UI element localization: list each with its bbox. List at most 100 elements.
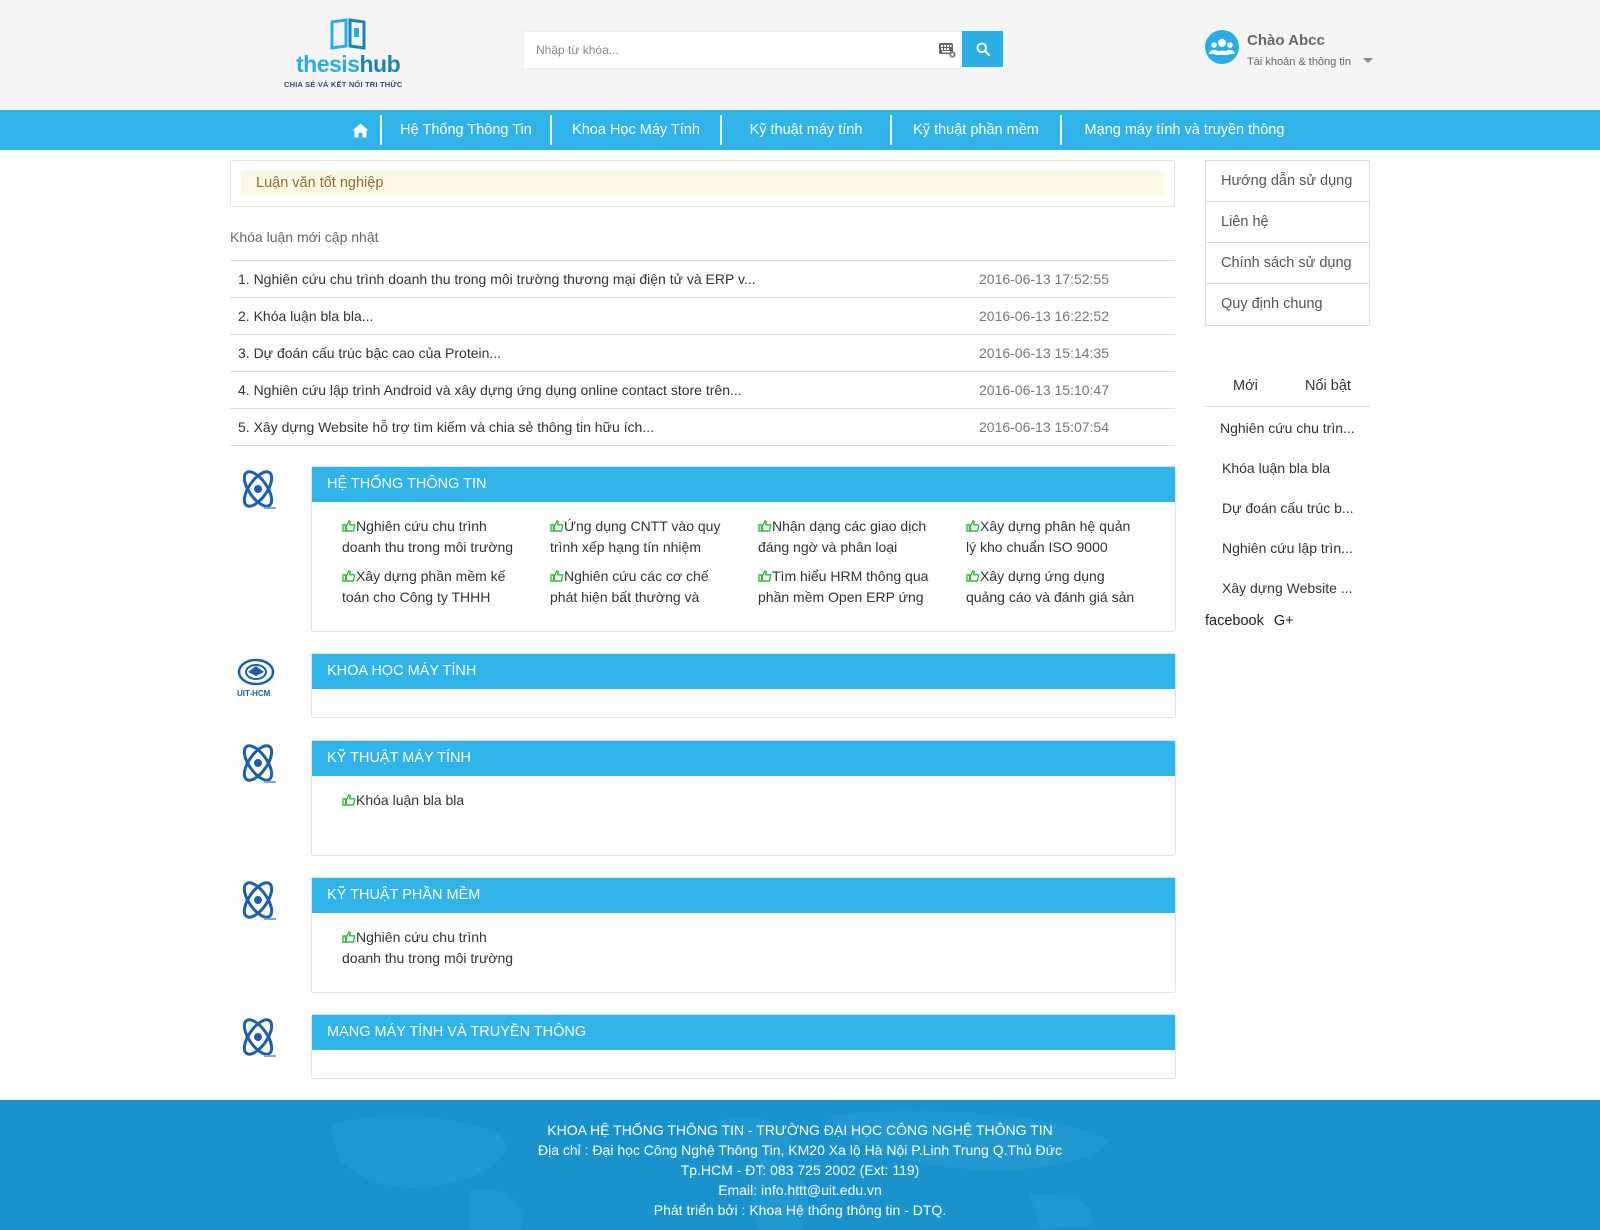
home-icon xyxy=(352,123,368,137)
search-box xyxy=(523,31,961,69)
list-item: 5. Xây dựng Website hỗ trợ tìm kiếm và c… xyxy=(230,409,1175,446)
social-links: facebook G+ xyxy=(1205,613,1300,629)
nav-item-khoa-hoc-may-tinh[interactable]: Khoa Học Máy Tính xyxy=(552,110,720,150)
category-panel-ktmt: KỸ THUẬT MÁY TÍNH Khóa luận bla bla xyxy=(311,740,1176,856)
category-panel-httt: HỆ THỐNG THÔNG TIN Nghiên cứu chu trình d… xyxy=(311,466,1176,632)
recent-item-title[interactable]: 4. Nghiên cứu lập trình Android và xây d… xyxy=(238,382,742,398)
sidebar-link[interactable]: Nghiên cứu chu trìn... xyxy=(1205,408,1370,448)
sidebar-item-chinh-sach[interactable]: Chính sách sử dụng xyxy=(1206,243,1369,284)
footer-line-phone: Tp.HCM - ĐT: 083 725 2002 (Ext: 119) xyxy=(680,1162,920,1178)
sidebar-tabs: Mới Nổi bật xyxy=(1205,370,1370,407)
category-title[interactable]: KỸ THUẬT PHẦN MỀM xyxy=(312,878,1175,913)
sidebar-link[interactable]: Khóa luận bla bla xyxy=(1205,448,1370,488)
logo-wordmark: thesishub xyxy=(296,51,401,77)
category-item[interactable]: Khóa luận bla bla xyxy=(342,790,527,811)
main-nav: Hệ Thống Thông Tin Khoa Học Máy Tính Kỹ … xyxy=(0,110,1600,150)
department-logo-icon xyxy=(242,744,276,783)
sidebar-link[interactable]: Nghiên cứu lập trìn... xyxy=(1205,528,1370,568)
footer-line-email[interactable]: Email: info.httt@uit.edu.vn xyxy=(0,1180,1600,1200)
nav-home[interactable] xyxy=(340,110,380,150)
category-item[interactable]: Ứng dụng CNTT vào quy trình xếp hạng tín … xyxy=(550,516,735,558)
recent-item-title[interactable]: 2. Khóa luận bla bla... xyxy=(238,308,373,324)
category-panel-mmt: MẠNG MÁY TÍNH VÀ TRUYỀN THÔNG xyxy=(311,1014,1176,1079)
site-logo[interactable]: thesishub CHIA SẺ VÀ KẾT NỐI TRI THỨC xyxy=(284,18,414,94)
recent-item-title[interactable]: 1. Nghiên cứu chu trình doanh thu trong … xyxy=(238,271,756,287)
category-item[interactable]: Xây dựng phần mềm kế toán cho Công ty THH… xyxy=(342,566,527,608)
account-menu-label[interactable]: Tài khoản & thông tin xyxy=(1247,56,1351,68)
caret-down-icon[interactable] xyxy=(1363,58,1373,63)
category-item[interactable]: Xây dựng ứng dụng quảng cáo và đánh giá s… xyxy=(966,566,1151,608)
thumbs-up-icon xyxy=(342,931,356,943)
category-title[interactable]: KỸ THUẬT MÁY TÍNH xyxy=(312,741,1175,776)
list-item: 2. Khóa luận bla bla... 2016-06-13 16:22… xyxy=(230,298,1175,335)
list-item: 1. Nghiên cứu chu trình doanh thu trong … xyxy=(230,261,1175,298)
tab-noi-bat[interactable]: Nổi bật xyxy=(1305,378,1351,394)
department-logo-icon xyxy=(242,1018,276,1057)
recent-item-date: 2016-06-13 15:14:35 xyxy=(979,345,1109,361)
nav-item-ky-thuat-may-tinh[interactable]: Kỹ thuật máy tính xyxy=(722,110,890,150)
search-icon xyxy=(976,42,990,56)
recent-item-date: 2016-06-13 15:07:54 xyxy=(979,419,1109,435)
category-item[interactable]: Nghiên cứu các cơ chế phát hiện bất thườn… xyxy=(550,566,735,608)
thumbs-up-icon xyxy=(550,570,564,582)
nav-item-mang-may-tinh[interactable]: Mạng máy tính và truyền thông xyxy=(1062,110,1307,150)
google-plus-link[interactable]: G+ xyxy=(1274,613,1294,629)
recent-item-title[interactable]: 3. Dự đoán cấu trúc bậc cao của Protein.… xyxy=(238,345,501,361)
logo-tagline: CHIA SẺ VÀ KẾT NỐI TRI THỨC xyxy=(284,80,403,89)
nav-item-ky-thuat-phan-mem[interactable]: Kỹ thuật phần mềm xyxy=(892,110,1060,150)
thumbs-up-icon xyxy=(342,570,356,582)
list-item: 4. Nghiên cứu lập trình Android và xây d… xyxy=(230,372,1175,409)
category-item[interactable]: Nhận dạng các giao dịch đáng ngờ và phân … xyxy=(758,516,943,558)
footer-line-title: KHOA HỆ THỐNG THÔNG TIN - TRƯỜNG ĐẠI HỌC… xyxy=(547,1122,1053,1138)
keyboard-icon[interactable] xyxy=(939,42,956,58)
recent-item-date: 2016-06-13 16:22:52 xyxy=(979,308,1109,324)
nav-item-he-thong-thong-tin[interactable]: Hệ Thống Thông Tin xyxy=(382,110,550,150)
category-title[interactable]: HỆ THỐNG THÔNG TIN xyxy=(312,467,1175,502)
breadcrumb: Luận văn tốt nghiệp xyxy=(241,171,1164,196)
sidebar-menu: Hướng dẫn sử dụng Liên hệ Chính sách sử … xyxy=(1205,160,1370,326)
list-item: 3. Dự đoán cấu trúc bậc cao của Protein.… xyxy=(230,335,1175,372)
category-title[interactable]: MẠNG MÁY TÍNH VÀ TRUYỀN THÔNG xyxy=(312,1015,1175,1050)
user-avatar[interactable] xyxy=(1205,30,1239,64)
thumbs-up-icon xyxy=(966,570,980,582)
svg-text:UIT-HCM: UIT-HCM xyxy=(237,689,271,698)
thumbs-up-icon xyxy=(342,794,356,806)
thumbs-up-icon xyxy=(758,570,772,582)
category-item[interactable]: Tìm hiểu HRM thông qua phần mềm Open ERP … xyxy=(758,566,943,608)
sidebar-item-quy-dinh[interactable]: Quy định chung xyxy=(1206,284,1369,325)
book-logo-icon xyxy=(330,18,366,50)
search-input[interactable] xyxy=(524,32,924,68)
thumbs-up-icon xyxy=(550,520,564,532)
facebook-link[interactable]: facebook xyxy=(1205,613,1264,629)
user-greeting[interactable]: Chào Abcc xyxy=(1247,32,1325,49)
recent-item-title[interactable]: 5. Xây dựng Website hỗ trợ tìm kiếm và c… xyxy=(238,419,654,435)
sidebar-link[interactable]: Dự đoán cấu trúc b... xyxy=(1205,488,1370,528)
department-logo-icon xyxy=(242,881,276,920)
footer: KHOA HỆ THỐNG THÔNG TIN - TRƯỜNG ĐẠI HỌC… xyxy=(0,1100,1600,1230)
footer-info: KHOA HỆ THỐNG THÔNG TIN - TRƯỜNG ĐẠI HỌC… xyxy=(0,1120,1600,1220)
thumbs-up-icon xyxy=(342,520,356,532)
category-panel-khmt: KHOA HỌC MÁY TÍNH xyxy=(311,653,1176,718)
sidebar-links: Nghiên cứu chu trìn... Khóa luận bla bla… xyxy=(1205,408,1370,608)
footer-line-address: Địa chỉ : Đại học Công Nghệ Thông Tin, K… xyxy=(537,1142,1062,1158)
tab-moi[interactable]: Mới xyxy=(1233,378,1258,394)
recent-list: 1. Nghiên cứu chu trình doanh thu trong … xyxy=(230,260,1175,446)
recent-section-title: Khóa luận mới cập nhật xyxy=(230,229,379,245)
department-logo-icon xyxy=(242,470,276,509)
sidebar-item-huong-dan[interactable]: Hướng dẫn sử dụng xyxy=(1206,161,1369,202)
search-button[interactable] xyxy=(962,31,1003,67)
header: thesishub CHIA SẺ VÀ KẾT NỐI TRI THỨC Nh… xyxy=(0,0,1600,110)
users-icon xyxy=(1209,39,1235,55)
recent-item-date: 2016-06-13 17:52:55 xyxy=(979,271,1109,287)
thumbs-up-icon xyxy=(758,520,772,532)
category-panel-ktpm: KỸ THUẬT PHẦN MỀM Nghiên cứu chu trình do… xyxy=(311,877,1176,993)
category-item[interactable]: Xây dựng phân hệ quản lý kho chuẩn ISO 90… xyxy=(966,516,1151,558)
uit-hcm-logo-icon: UIT-HCM xyxy=(237,658,275,698)
category-item[interactable]: Nghiên cứu chu trình doanh thu trong môi … xyxy=(342,516,527,558)
sidebar-link[interactable]: Xây dựng Website ... xyxy=(1205,568,1370,608)
category-item[interactable]: Nghiên cứu chu trình doanh thu trong môi … xyxy=(342,927,527,969)
recent-item-date: 2016-06-13 15:10:47 xyxy=(979,382,1109,398)
sidebar-item-lien-he[interactable]: Liên hệ xyxy=(1206,202,1369,243)
category-title[interactable]: KHOA HỌC MÁY TÍNH xyxy=(312,654,1175,689)
footer-line-credit: Phát triển bởi : Khoa Hệ thống thông tin… xyxy=(653,1202,947,1218)
